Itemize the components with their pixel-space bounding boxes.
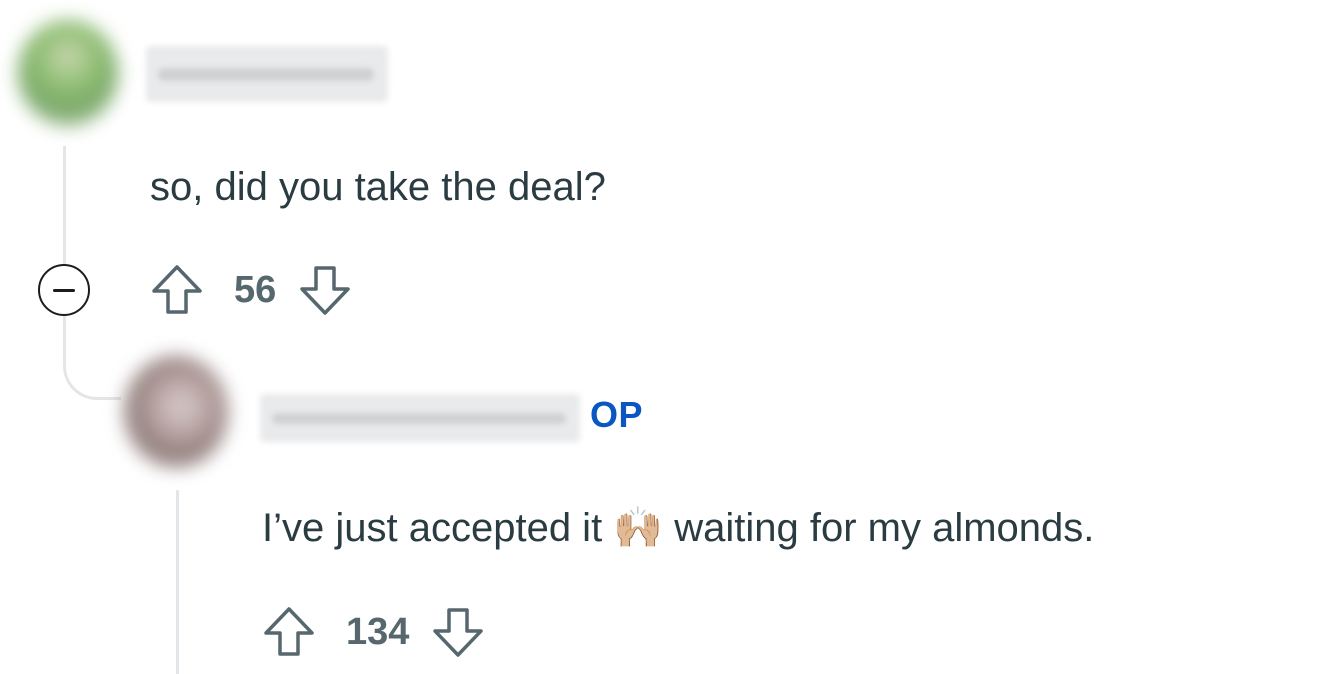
vote-count: 56 (234, 269, 277, 311)
thread-connector[interactable] (63, 316, 121, 400)
arrow-down-icon[interactable] (298, 262, 352, 318)
vote-bar: 134 (262, 604, 485, 660)
comment-text-after: waiting for my almonds. (674, 506, 1095, 550)
comment-thread: so, did you take the deal? 56 OP I’ve ju… (0, 0, 1322, 674)
arrow-up-icon[interactable] (262, 604, 316, 660)
minus-circle-icon (53, 288, 75, 292)
comment-text-before: I’ve just accepted it (262, 506, 603, 550)
username-redacted[interactable] (260, 394, 580, 442)
thread-line-reply[interactable] (176, 490, 179, 674)
arrow-down-icon[interactable] (431, 604, 485, 660)
op-badge: OP (590, 394, 644, 435)
username-redacted[interactable] (146, 46, 388, 102)
avatar[interactable] (124, 356, 228, 468)
raising-hands-emoji: 🙌🏼 (613, 506, 664, 550)
comment-body: so, did you take the deal? (150, 165, 606, 209)
vote-bar: 56 (150, 262, 352, 318)
thread-line-top[interactable] (63, 146, 66, 264)
avatar[interactable] (18, 20, 118, 126)
arrow-up-icon[interactable] (150, 262, 204, 318)
comment-body: I’ve just accepted it 🙌🏼 waiting for my … (262, 508, 1094, 548)
vote-count: 134 (346, 611, 410, 653)
collapse-thread-button[interactable] (38, 264, 90, 316)
